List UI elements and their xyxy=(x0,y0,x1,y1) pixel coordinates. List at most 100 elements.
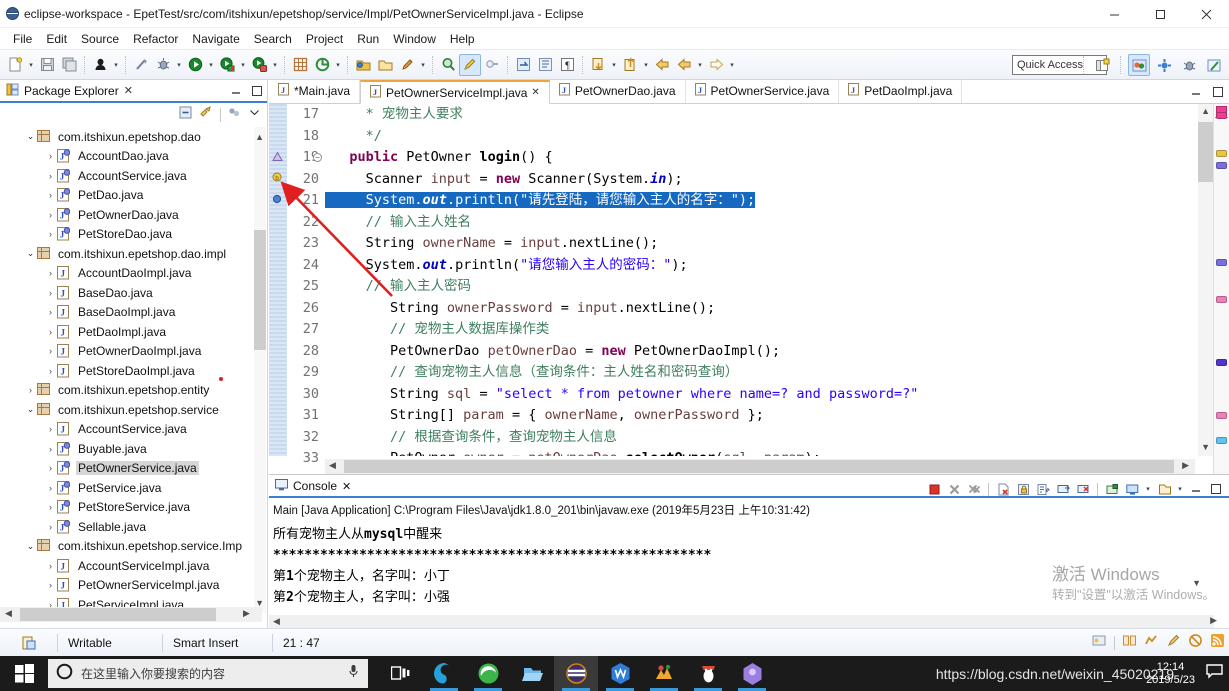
overview-marker[interactable] xyxy=(1216,359,1227,366)
editor-horizontal-thumb[interactable] xyxy=(344,460,1174,473)
debug-dropdown[interactable]: ▾ xyxy=(174,54,184,76)
code-text-area[interactable]: * 宠物主人要求 */ public PetOwner login() { Sc… xyxy=(325,104,1195,456)
menu-search[interactable]: Search xyxy=(247,30,299,48)
tree-item[interactable]: › J AccountDao.java xyxy=(0,147,268,167)
tree-expand-arrow-icon[interactable]: › xyxy=(44,327,57,337)
taskbar-search-input[interactable]: 在这里输入你要搜索的内容 xyxy=(81,665,339,682)
show-console-on-output-icon[interactable] xyxy=(1054,480,1072,498)
maximize-icon[interactable] xyxy=(1211,85,1224,98)
code-line[interactable]: System.out.println("请您输入主人的密码："); xyxy=(325,255,1195,277)
tree-item[interactable]: ⌄ com.itshixun.epetshop.dao.impl xyxy=(0,244,268,264)
tree-item[interactable]: › J BaseDaoImpl.java xyxy=(0,303,268,323)
console-scroll-down-arrow-icon[interactable]: ▼ xyxy=(1192,578,1201,588)
mark-occurrences-dropdown[interactable]: ▾ xyxy=(111,54,121,76)
display-selected-console-icon[interactable] xyxy=(1103,480,1121,498)
tree-expand-arrow-icon[interactable]: › xyxy=(44,288,57,298)
coverage-dropdown[interactable]: ▾ xyxy=(270,54,280,76)
editor-scroll-right-arrow-icon[interactable]: ▶ xyxy=(1182,460,1189,471)
qq-app-icon[interactable] xyxy=(686,656,730,691)
editor-tab-0[interactable]: J *Main.java xyxy=(269,79,361,103)
console-scroll-left-arrow-icon[interactable]: ◀ xyxy=(273,616,280,627)
close-icon[interactable]: ✕ xyxy=(531,87,539,98)
new-java-project-icon[interactable] xyxy=(289,54,311,76)
previous-edit-icon[interactable] xyxy=(534,54,556,76)
editor-scroll-left-arrow-icon[interactable]: ◀ xyxy=(329,460,336,471)
console-horizontal-scrollbar[interactable] xyxy=(269,615,1214,628)
next-annotation-icon[interactable] xyxy=(512,54,534,76)
tree-expand-arrow-icon[interactable]: › xyxy=(44,522,57,532)
task-view-icon[interactable] xyxy=(378,656,422,691)
debug-icon[interactable] xyxy=(152,54,174,76)
code-line[interactable]: String[] param = { ownerName, ownerPassw… xyxy=(325,405,1195,427)
taskbar-search-box[interactable]: 在这里输入你要搜索的内容 xyxy=(48,659,368,688)
tree-item[interactable]: › J PetOwnerDao.java xyxy=(0,205,268,225)
run-icon[interactable] xyxy=(184,54,206,76)
overview-marker[interactable] xyxy=(1216,296,1227,303)
tree-expand-arrow-icon[interactable]: › xyxy=(44,307,57,317)
menu-refactor[interactable]: Refactor xyxy=(126,30,185,48)
maximize-icon[interactable] xyxy=(1207,480,1225,498)
tree-item[interactable]: › J BaseDao.java xyxy=(0,283,268,303)
breakpoint-marker-icon[interactable] xyxy=(272,192,283,210)
open-type-icon[interactable] xyxy=(352,54,374,76)
tree-item[interactable]: › J PetDao.java xyxy=(0,186,268,206)
collapse-all-icon[interactable] xyxy=(178,105,193,125)
minimize-icon[interactable] xyxy=(1187,480,1205,498)
tree-item[interactable]: › J AccountService.java xyxy=(0,420,268,440)
navicat-app-icon[interactable] xyxy=(642,656,686,691)
overview-marker[interactable] xyxy=(1216,112,1227,119)
tree-item[interactable]: › J AccountDaoImpl.java xyxy=(0,264,268,284)
edge-browser-icon[interactable] xyxy=(466,656,510,691)
code-line[interactable]: // 宠物主人数据库操作类 xyxy=(325,319,1195,341)
wps-app-icon[interactable] xyxy=(598,656,642,691)
tree-expand-arrow-icon[interactable]: › xyxy=(44,366,57,376)
editor-tab-3[interactable]: J PetOwnerService.java xyxy=(686,79,840,103)
overview-marker[interactable] xyxy=(1216,259,1227,266)
tree-expand-arrow-icon[interactable]: › xyxy=(44,229,57,239)
tree-expand-arrow-icon[interactable]: ⌄ xyxy=(24,131,37,142)
run-config-dropdown[interactable]: ▾ xyxy=(238,54,248,76)
code-line[interactable]: Scanner input = new Scanner(System.in); xyxy=(325,169,1195,191)
menu-help[interactable]: Help xyxy=(443,30,482,48)
scroll-lock-icon[interactable] xyxy=(1014,480,1032,498)
tree-item[interactable]: › J AccountService.java xyxy=(0,166,268,186)
tree-expand-arrow-icon[interactable]: › xyxy=(44,210,57,220)
run-configurations-icon[interactable] xyxy=(216,54,238,76)
tree-item[interactable]: › J PetService.java xyxy=(0,478,268,498)
code-line[interactable]: System.out.println("请先登陆，请您输入主人的名字："); xyxy=(325,190,1195,212)
cortana-app-icon[interactable] xyxy=(422,656,466,691)
tasks-icon[interactable] xyxy=(1144,633,1159,653)
tree-expand-arrow-icon[interactable]: ⌄ xyxy=(24,541,37,552)
code-fold-toggle-icon[interactable]: − xyxy=(313,153,322,162)
feed-icon[interactable] xyxy=(1210,633,1225,653)
editor-scroll-down-arrow-icon[interactable]: ▼ xyxy=(1201,442,1210,452)
forward-history-icon[interactable] xyxy=(619,54,641,76)
tree-item[interactable]: › com.itshixun.epetshop.entity xyxy=(0,381,268,401)
warning-marker-icon[interactable] xyxy=(272,149,283,167)
taskbar-clock[interactable]: 12:14 2019/5/23 xyxy=(1146,661,1195,687)
clear-console-icon[interactable] xyxy=(994,480,1012,498)
tree-item-selected[interactable]: › J PetOwnerService.java xyxy=(0,459,268,479)
back-arrow-dropdown[interactable]: ▾ xyxy=(695,54,705,76)
tree-item[interactable]: › J PetStoreDaoImpl.java xyxy=(0,361,268,381)
view-menu-icon[interactable] xyxy=(248,106,261,124)
debug-perspective-button[interactable] xyxy=(1178,54,1200,76)
new-class-dropdown[interactable]: ▾ xyxy=(418,54,428,76)
maximize-icon[interactable] xyxy=(250,84,263,97)
scroll-up-arrow-icon[interactable]: ▲ xyxy=(255,132,264,142)
forward-arrow-dropdown[interactable]: ▾ xyxy=(727,54,737,76)
tree-expand-arrow-icon[interactable]: › xyxy=(44,483,57,493)
file-explorer-icon[interactable] xyxy=(510,656,554,691)
skip-breakpoints-icon[interactable] xyxy=(130,54,152,76)
scroll-right-arrow-icon[interactable]: ▶ xyxy=(243,608,250,619)
open-console-icon[interactable] xyxy=(1123,480,1141,498)
minimize-icon[interactable] xyxy=(1189,85,1202,98)
tree-expand-arrow-icon[interactable]: ⌄ xyxy=(24,248,37,259)
remove-launch-icon[interactable] xyxy=(945,480,963,498)
back-history-dropdown[interactable]: ▾ xyxy=(609,54,619,76)
editor-tab-2[interactable]: J PetOwnerDao.java xyxy=(550,79,686,103)
maximize-icon[interactable] xyxy=(1137,0,1183,28)
code-line[interactable]: PetOwner owner = petOwnerDao.selectOwner… xyxy=(325,448,1195,456)
tree-item[interactable]: › J PetDaoImpl.java xyxy=(0,322,268,342)
open-console-dropdown[interactable]: ▾ xyxy=(1143,478,1153,500)
